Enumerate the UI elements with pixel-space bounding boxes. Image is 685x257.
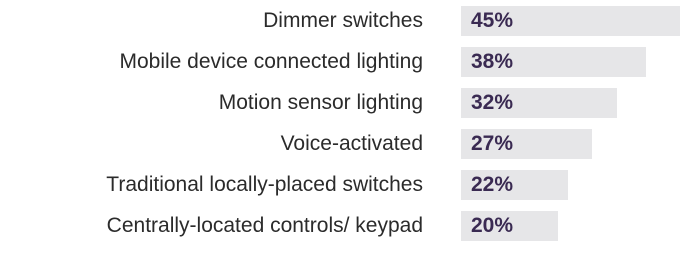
bar-row: Traditional locally-placed switches 22% — [0, 170, 685, 200]
bar-row: Voice-activated 27% — [0, 129, 685, 159]
value-label: 27% — [471, 132, 514, 155]
value-label: 22% — [471, 173, 514, 196]
category-label: Voice-activated — [280, 132, 423, 155]
category-label: Motion sensor lighting — [218, 91, 423, 114]
bar-row: Centrally-located controls/ keypad 20% — [0, 211, 685, 241]
value-label: 32% — [471, 91, 514, 114]
value-label: 45% — [471, 9, 514, 32]
value-label: 20% — [471, 214, 514, 237]
bar-chart: Dimmer switches 45% Mobile device connecte… — [0, 0, 685, 257]
category-label: Traditional locally-placed switches — [106, 173, 423, 196]
bar-row: Dimmer switches 45% — [0, 6, 685, 36]
category-label: Mobile device connected lighting — [119, 50, 423, 73]
category-label: Centrally-located controls/ keypad — [106, 214, 423, 237]
bar-row: Motion sensor lighting 32% — [0, 88, 685, 118]
category-label: Dimmer switches — [263, 9, 423, 32]
bar-row: Mobile device connected lighting 38% — [0, 47, 685, 77]
value-label: 38% — [471, 50, 514, 73]
